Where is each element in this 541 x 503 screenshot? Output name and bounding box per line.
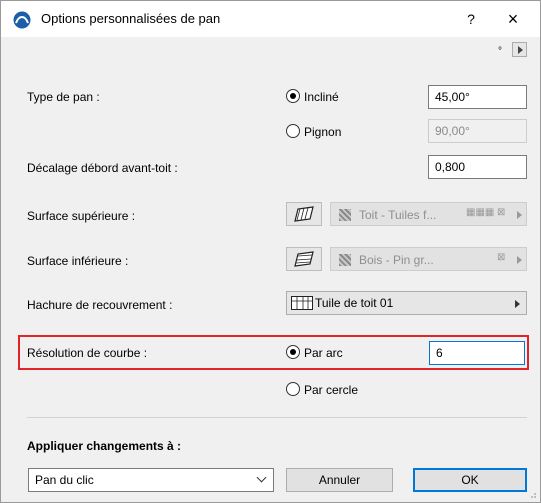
cover-fill-value: Tuile de toit 01 (315, 296, 394, 310)
expand-arrow-button[interactable] (512, 42, 527, 57)
per-circle-radio-label[interactable]: Par cercle (304, 383, 358, 397)
inclined-radio-label[interactable]: Incliné (304, 90, 339, 104)
surface-settings-icon: ⊠ (497, 207, 506, 218)
title-bar: Options personnalisées de pan ? × (1, 1, 540, 37)
chevron-right-icon (517, 256, 522, 264)
chevron-right-icon (515, 300, 520, 308)
per-arc-radio[interactable] (286, 345, 300, 359)
chevron-down-icon (256, 472, 267, 483)
top-surface-label: Surface supérieure : (27, 209, 136, 223)
bottom-surface-label: Surface inférieure : (27, 254, 129, 268)
surface-settings-icon: ⊠ (497, 252, 506, 263)
close-button[interactable]: × (498, 7, 528, 31)
bottom-surface-icon-button[interactable] (286, 247, 322, 271)
inclined-radio[interactable] (286, 89, 300, 103)
roof-type-label: Type de pan : (27, 90, 100, 104)
bottom-surface-material-label: Bois - Pin gr... (359, 253, 434, 267)
apply-target-select[interactable]: Pan du clic (28, 468, 274, 492)
chevron-right-icon (517, 211, 522, 219)
apply-target-value: Pan du clic (35, 473, 94, 487)
material-swatch-icon (339, 209, 351, 221)
apply-changes-label: Appliquer changements à : (27, 439, 182, 453)
curve-resolution-label: Résolution de courbe : (27, 346, 148, 360)
top-surface-material-select: Toit - Tuiles f... ▦▦▦ ⊠ (330, 202, 527, 226)
cancel-button[interactable]: Annuler (286, 468, 393, 492)
top-surface-material-label: Toit - Tuiles f... (359, 208, 437, 222)
per-circle-radio[interactable] (286, 382, 300, 396)
gable-radio[interactable] (286, 124, 300, 138)
cover-fill-select[interactable]: Tuile de toit 01 (286, 291, 527, 315)
gable-radio-label[interactable]: Pignon (304, 125, 341, 139)
per-arc-radio-label[interactable]: Par arc (304, 346, 343, 360)
degree-indicator: ° (498, 46, 502, 57)
resize-grip-icon[interactable] (527, 489, 537, 499)
cover-fill-label: Hachure de recouvrement : (27, 298, 173, 312)
slope-angle-input[interactable]: 45,00° (428, 85, 527, 109)
gable-angle-input: 90,00° (428, 119, 527, 143)
divider (27, 417, 527, 418)
archicad-logo-icon (13, 11, 31, 29)
bottom-surface-material-select: Bois - Pin gr... ⊠ (330, 247, 527, 271)
top-surface-icon-button[interactable] (286, 202, 322, 226)
roof-tile-pattern-icon (291, 296, 313, 310)
material-swatch-icon (339, 254, 351, 266)
roof-surface-bottom-icon (294, 251, 314, 267)
surface-pattern-icon: ▦▦▦ (466, 207, 495, 218)
eave-offset-label: Décalage débord avant-toit : (27, 161, 178, 175)
dialog-window: Options personnalisées de pan ? × ° Type… (0, 0, 541, 503)
eave-offset-input[interactable]: 0,800 (428, 155, 527, 179)
window-title: Options personnalisées de pan (41, 11, 221, 26)
roof-surface-top-icon (294, 206, 314, 222)
curve-resolution-input[interactable]: 6 (429, 341, 525, 365)
ok-button[interactable]: OK (413, 468, 527, 492)
help-button[interactable]: ? (457, 7, 485, 31)
